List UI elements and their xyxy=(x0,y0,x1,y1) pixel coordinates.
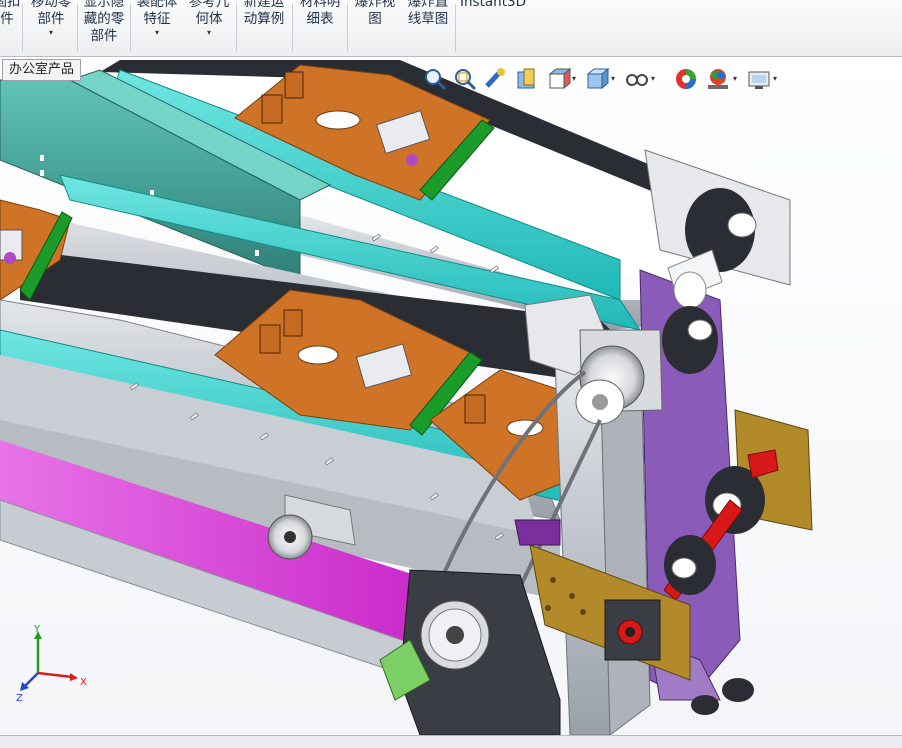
chevron-down-icon[interactable]: ▾ xyxy=(26,28,76,38)
section-view-icon[interactable] xyxy=(514,66,540,92)
graphics-area[interactable] xyxy=(0,57,902,735)
chevron-down-icon[interactable]: ▾ xyxy=(572,74,576,83)
command-manager: 固扣 件 移动零 部件 ▾ 显示隐 藏的零 部件 装配体 特征 ▾ 参考几 何体… xyxy=(0,0,902,57)
previous-view-icon[interactable] xyxy=(482,66,508,92)
view-settings-icon[interactable] xyxy=(746,66,772,92)
apply-scene-icon[interactable] xyxy=(705,66,731,92)
feature-tree-tab-label: 办公室产品 xyxy=(9,62,75,77)
x-axis-label: X xyxy=(80,677,87,688)
ribbon-separator xyxy=(347,4,348,52)
ribbon-label: 爆炸视 xyxy=(354,0,396,10)
assembly-model xyxy=(0,57,902,735)
ribbon-separator xyxy=(77,4,78,52)
ribbon-label: 移动零 xyxy=(30,0,72,10)
ribbon-separator xyxy=(292,4,293,52)
zoom-to-fit-icon[interactable] xyxy=(422,66,448,92)
ribbon-label: 材料明 xyxy=(299,0,341,10)
y-axis-label: Y xyxy=(33,625,41,635)
ribbon-label: 参考几 xyxy=(188,0,230,10)
assembly-features-button[interactable]: 装配体 特征 ▾ xyxy=(132,0,182,56)
ribbon-separator xyxy=(455,4,456,52)
show-hidden-components-button[interactable]: 显示隐 藏的零 部件 xyxy=(79,0,129,56)
display-style-icon[interactable] xyxy=(584,66,610,92)
bill-of-materials-button[interactable]: 材料明 细表 xyxy=(294,0,346,56)
ribbon-label: 藏的零 xyxy=(83,11,125,27)
ribbon-label: 爆炸直 xyxy=(407,0,449,10)
edit-appearance-icon[interactable] xyxy=(673,66,699,92)
ribbon-label: 线草图 xyxy=(407,11,449,27)
chevron-down-icon[interactable]: ▾ xyxy=(611,74,615,83)
chevron-down-icon[interactable]: ▾ xyxy=(651,74,655,83)
hide-show-items-icon[interactable] xyxy=(624,66,650,92)
view-orientation-icon[interactable] xyxy=(546,66,572,92)
ribbon-label: 装配体 xyxy=(136,0,178,10)
ribbon-label: 新建运 xyxy=(243,0,285,10)
heads-up-view-toolbar: ▾ ▾ ▾ ▾ ▾ xyxy=(418,64,788,96)
reference-geometry-button[interactable]: 参考几 何体 ▾ xyxy=(184,0,234,56)
ribbon-separator xyxy=(236,4,237,52)
ribbon-separator xyxy=(22,4,23,52)
chevron-down-icon[interactable]: ▾ xyxy=(733,74,737,83)
ribbon-label: 细表 xyxy=(306,11,334,27)
ribbon-button-1[interactable]: 固扣 件 xyxy=(0,0,22,56)
ribbon-label: Instant3D xyxy=(460,0,526,10)
zoom-to-area-icon[interactable] xyxy=(452,66,478,92)
move-component-button[interactable]: 移动零 部件 ▾ xyxy=(26,0,76,56)
ribbon-label: 动算例 xyxy=(243,11,285,27)
ribbon-label: 何体 xyxy=(195,11,223,27)
ribbon-label: 部件 xyxy=(90,28,118,44)
ribbon-label: 件 xyxy=(0,11,14,27)
chevron-down-icon[interactable]: ▾ xyxy=(132,28,182,38)
instant3d-button[interactable]: Instant3D xyxy=(460,0,526,56)
status-bar xyxy=(0,735,902,748)
ribbon-label: 部件 xyxy=(37,11,65,27)
feature-tree-tab[interactable]: 办公室产品 xyxy=(2,59,82,81)
exploded-view-button[interactable]: 爆炸视 图 xyxy=(349,0,401,56)
new-motion-study-button[interactable]: 新建运 动算例 xyxy=(238,0,290,56)
ribbon-separator xyxy=(130,4,131,52)
explode-line-sketch-button[interactable]: 爆炸直 线草图 xyxy=(402,0,454,56)
chevron-down-icon[interactable]: ▾ xyxy=(184,28,234,38)
reference-triad: Y X Z xyxy=(16,625,87,704)
ribbon-label: 特征 xyxy=(143,11,171,27)
chevron-down-icon[interactable]: ▾ xyxy=(773,74,777,83)
ribbon-label: 固扣 xyxy=(0,0,21,10)
sprocket xyxy=(420,600,490,670)
ribbon-label: 图 xyxy=(368,11,382,27)
z-axis-label: Z xyxy=(16,693,23,704)
ribbon-label: 显示隐 xyxy=(83,0,125,10)
